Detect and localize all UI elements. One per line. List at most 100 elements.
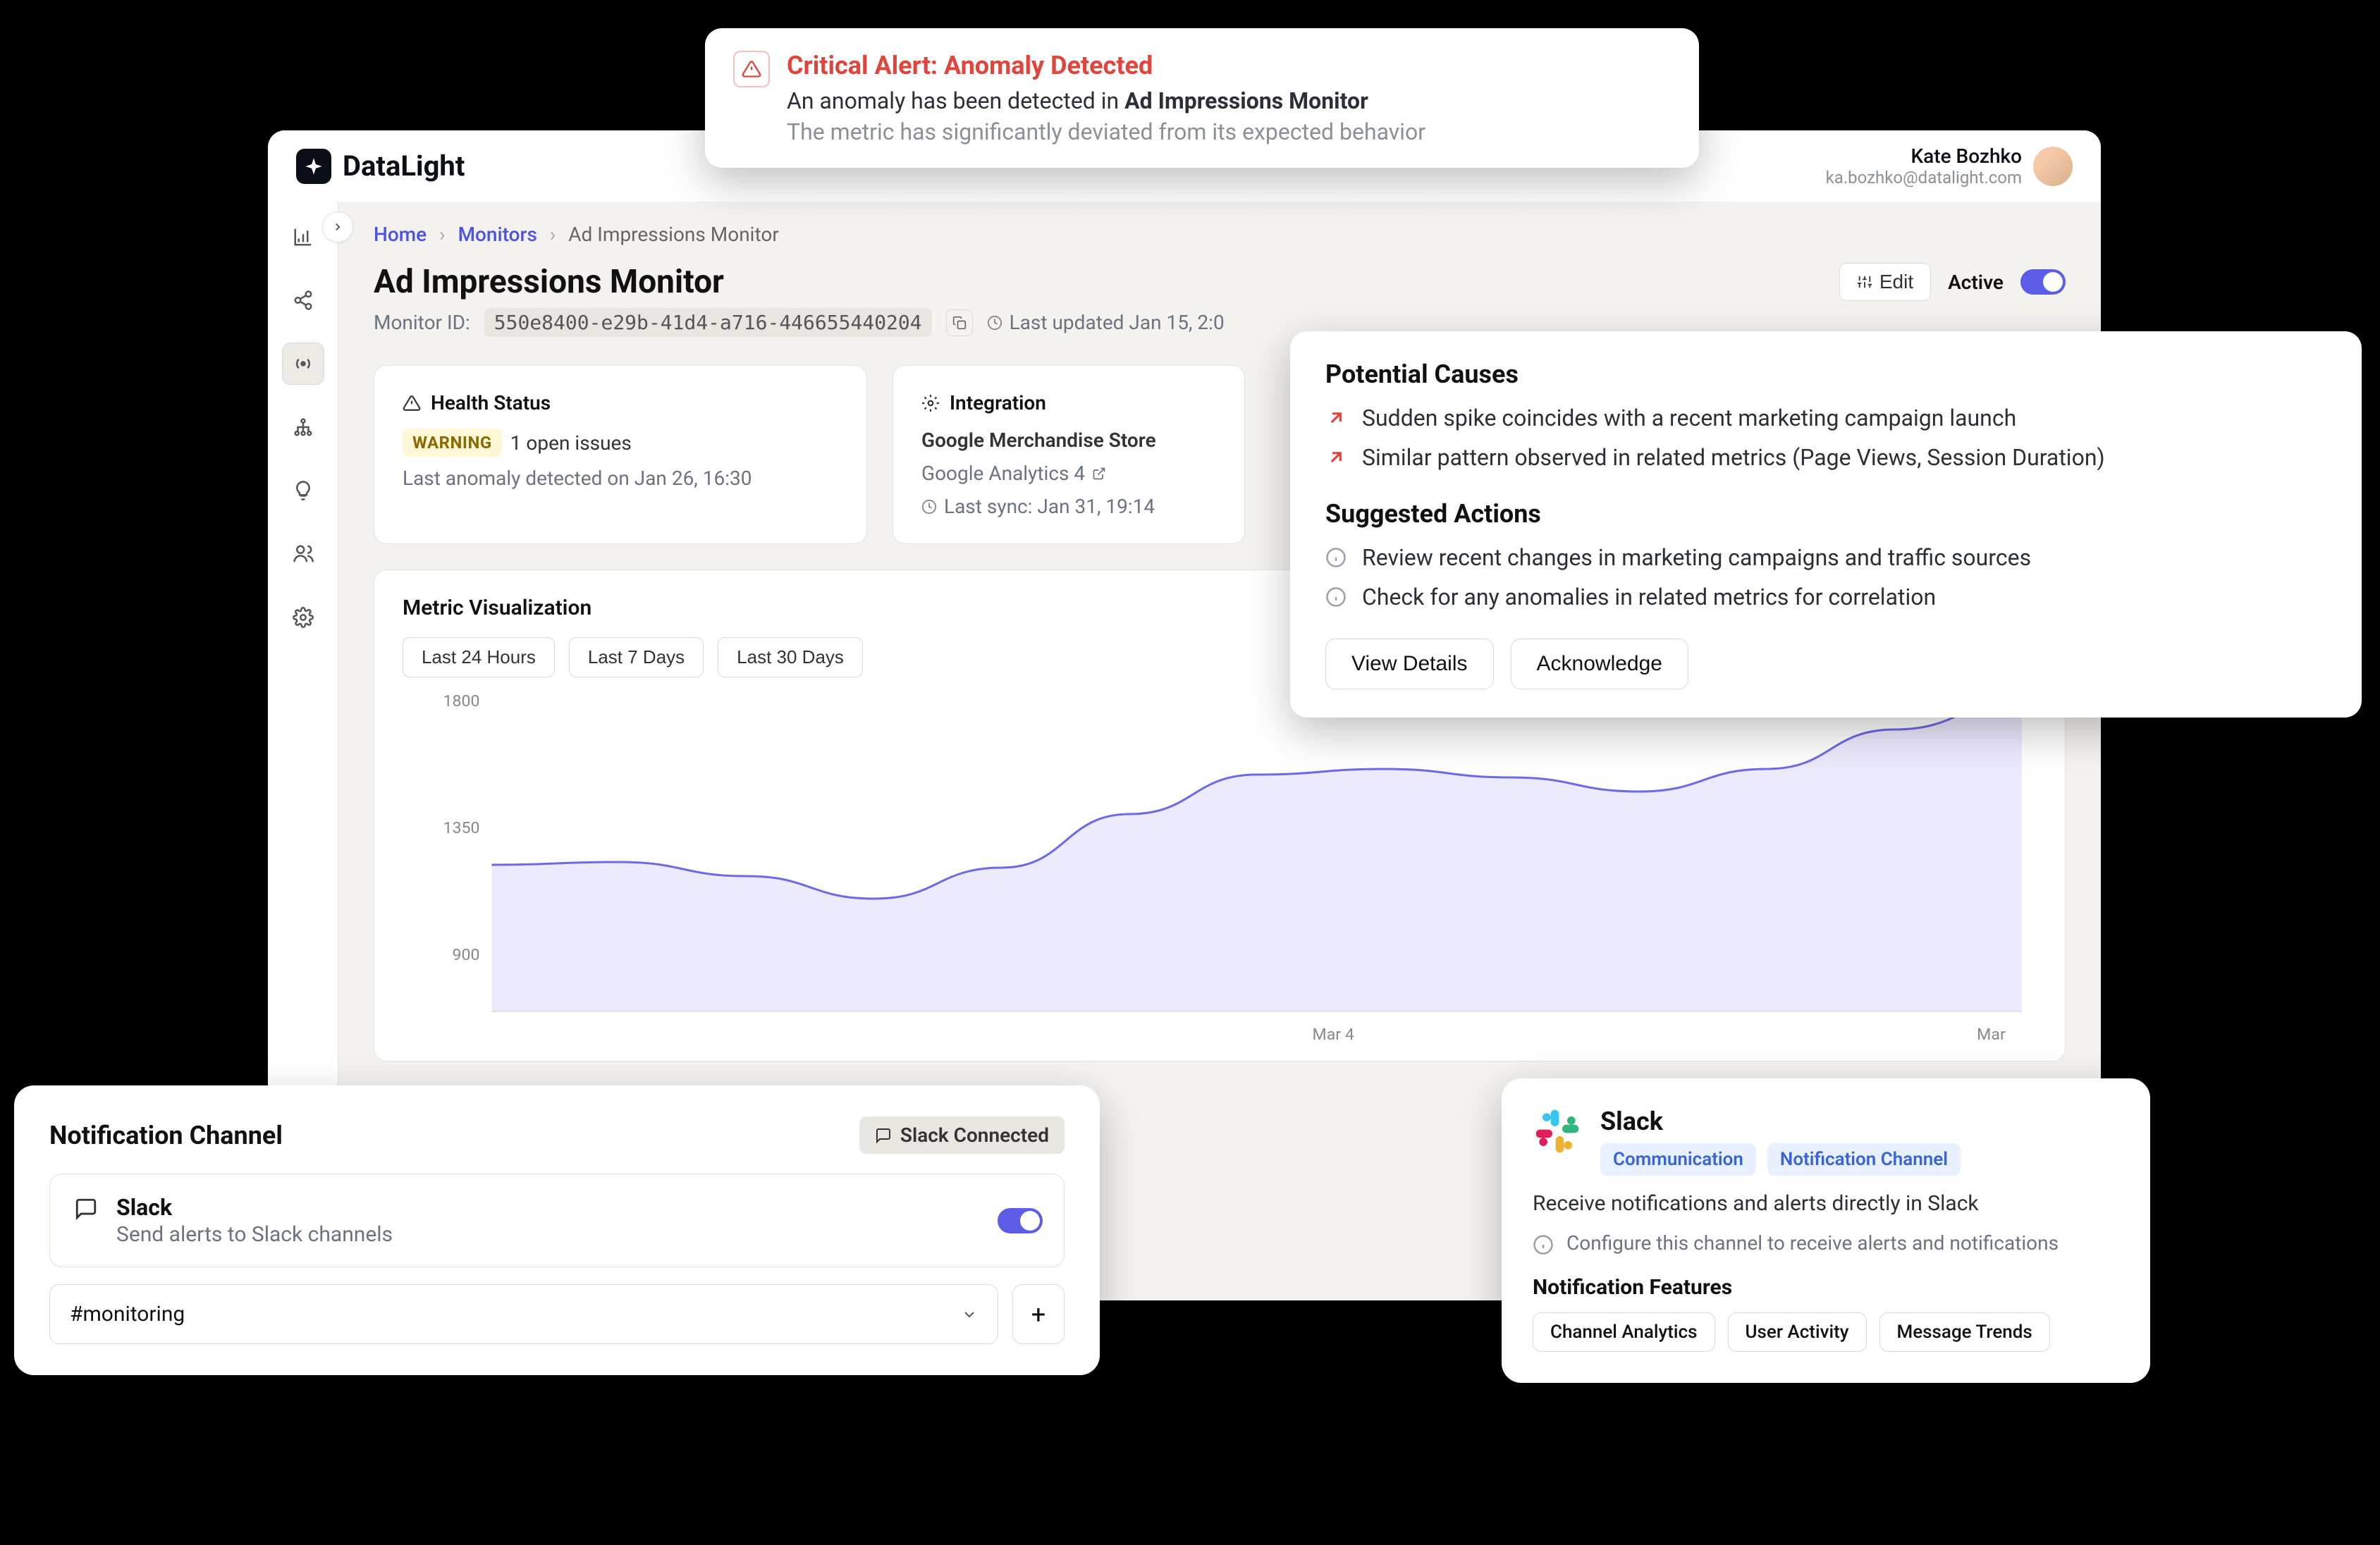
slack-detail-title: Slack: [1600, 1107, 1961, 1136]
slack-name: Slack: [116, 1194, 393, 1221]
health-status-card: Health Status WARNING 1 open issues Last…: [374, 365, 867, 544]
slack-enabled-toggle[interactable]: [998, 1208, 1043, 1233]
sidebar-item-users[interactable]: [282, 533, 324, 575]
range-24h[interactable]: Last 24 Hours: [403, 637, 555, 677]
info-icon: [1533, 1234, 1554, 1255]
integration-name: Google Merchandise Store: [921, 429, 1216, 452]
brand: DataLight: [296, 149, 465, 184]
chevron-right-icon: ›: [439, 223, 445, 246]
crumb-home[interactable]: Home: [374, 223, 427, 246]
slack-logo-icon: [1533, 1107, 1582, 1156]
crumb-current: Ad Impressions Monitor: [568, 223, 779, 246]
alert-line-2: The metric has significantly deviated fr…: [787, 118, 1425, 145]
clock-icon: [987, 315, 1002, 331]
tag-communication: Communication: [1600, 1143, 1756, 1176]
integration-card: Integration Google Merchandise Store Goo…: [892, 365, 1245, 544]
info-icon: [1325, 547, 1347, 568]
monitor-id-label: Monitor ID:: [374, 311, 470, 334]
sidebar-item-share[interactable]: [282, 279, 324, 321]
copy-button[interactable]: [946, 309, 973, 336]
edit-label: Edit: [1879, 271, 1913, 293]
channel-selected: #monitoring: [70, 1302, 185, 1327]
page-title: Ad Impressions Monitor: [374, 263, 1225, 301]
health-last-anomaly: Last anomaly detected on Jan 26, 16:30: [403, 467, 838, 490]
sidebar-item-settings[interactable]: [282, 596, 324, 639]
sidebar-item-tree[interactable]: [282, 406, 324, 448]
health-title: Health Status: [431, 391, 551, 414]
chevron-right-icon: ›: [550, 223, 556, 246]
crumb-monitors[interactable]: Monitors: [458, 223, 537, 246]
monitor-id: 550e8400-e29b-41d4-a716-446655440204: [484, 308, 932, 337]
integration-source[interactable]: Google Analytics 4: [921, 462, 1106, 485]
arrow-up-right-icon: [1325, 407, 1347, 429]
active-label: Active: [1948, 271, 2004, 294]
acknowledge-button[interactable]: Acknowledge: [1511, 639, 1688, 689]
suggested-actions-heading: Suggested Actions: [1325, 499, 2326, 529]
critical-alert-card: Critical Alert: Anomaly Detected An anom…: [705, 28, 1699, 168]
feature-chip: Message Trends: [1879, 1312, 2050, 1352]
warning-triangle-icon: [403, 394, 421, 412]
edit-button[interactable]: Edit: [1839, 263, 1931, 301]
sliders-icon: [1857, 274, 1872, 290]
info-icon: [1325, 586, 1347, 608]
sidebar-item-insights[interactable]: [282, 469, 324, 512]
page-actions: Edit Active: [1839, 263, 2066, 301]
avatar[interactable]: [2033, 147, 2073, 186]
slack-desc: Send alerts to Slack channels: [116, 1222, 393, 1247]
health-issues: 1 open issues: [510, 431, 632, 455]
potential-causes-heading: Potential Causes: [1325, 359, 2326, 389]
active-toggle[interactable]: [2020, 269, 2066, 295]
brand-logo: [296, 149, 331, 184]
last-updated: Last updated Jan 15, 2:0: [1010, 311, 1225, 334]
notification-channel-heading: Notification Channel: [49, 1121, 283, 1150]
integration-title: Integration: [950, 391, 1046, 414]
range-7d[interactable]: Last 7 Days: [569, 637, 704, 677]
svg-text:Mar: Mar: [1977, 1026, 2006, 1044]
feature-chip: User Activity: [1728, 1312, 1867, 1352]
chat-icon: [71, 1194, 101, 1224]
sidebar-collapse-button[interactable]: [322, 211, 353, 242]
chevron-down-icon: [961, 1306, 978, 1323]
slack-config-hint: Configure this channel to receive alerts…: [1533, 1231, 2119, 1255]
action-item: Review recent changes in marketing campa…: [1325, 544, 2326, 571]
chart: 1800 1350 900 Mar 4 Mar: [403, 694, 2037, 1047]
cause-item: Sudden spike coincides with a recent mar…: [1325, 405, 2326, 431]
user-name: Kate Bozhko: [1826, 144, 2022, 168]
user-block[interactable]: Kate Bozhko ka.bozhko@datalight.com: [1826, 144, 2073, 187]
add-channel-button[interactable]: +: [1012, 1284, 1065, 1344]
tag-notification-channel: Notification Channel: [1767, 1143, 1961, 1176]
clock-icon: [921, 499, 937, 515]
alert-triangle-icon: [733, 51, 770, 87]
message-icon: [875, 1127, 892, 1144]
arrow-up-right-icon: [1325, 447, 1347, 468]
slack-channel-box: Slack Send alerts to Slack channels: [49, 1174, 1065, 1267]
svg-text:1350: 1350: [443, 819, 480, 837]
alert-line-1: An anomaly has been detected in Ad Impre…: [787, 87, 1425, 114]
slack-connected-chip: Slack Connected: [859, 1116, 1065, 1154]
status-badge: WARNING: [403, 429, 502, 457]
notification-channel-card: Notification Channel Slack Connected Sla…: [14, 1085, 1100, 1375]
view-details-button[interactable]: View Details: [1325, 639, 1494, 689]
channel-select[interactable]: #monitoring: [49, 1284, 998, 1344]
sidebar-item-dashboard[interactable]: [282, 216, 324, 258]
gear-icon: [921, 394, 940, 412]
cause-item: Similar pattern observed in related metr…: [1325, 444, 2326, 471]
feature-chip: Channel Analytics: [1533, 1312, 1715, 1352]
sidebar-item-monitors[interactable]: [282, 343, 324, 385]
causes-actions-card: Potential Causes Sudden spike coincides …: [1290, 331, 2362, 718]
range-30d[interactable]: Last 30 Days: [718, 637, 863, 677]
breadcrumb: Home › Monitors › Ad Impressions Monitor: [374, 223, 2066, 246]
slack-detail-card: Slack Communication Notification Channel…: [1502, 1078, 2150, 1383]
brand-name: DataLight: [343, 149, 465, 183]
svg-text:1800: 1800: [443, 694, 480, 710]
external-link-icon: [1092, 467, 1106, 481]
user-email: ka.bozhko@datalight.com: [1826, 168, 2022, 187]
svg-text:900: 900: [453, 946, 480, 964]
slack-detail-desc: Receive notifications and alerts directl…: [1533, 1191, 2119, 1216]
svg-text:Mar 4: Mar 4: [1312, 1026, 1354, 1044]
monitor-id-row: Monitor ID: 550e8400-e29b-41d4-a716-4466…: [374, 308, 1225, 337]
action-item: Check for any anomalies in related metri…: [1325, 584, 2326, 610]
features-heading: Notification Features: [1533, 1275, 2119, 1300]
integration-last-sync: Last sync: Jan 31, 19:14: [944, 495, 1155, 518]
alert-title: Critical Alert: Anomaly Detected: [787, 51, 1425, 80]
